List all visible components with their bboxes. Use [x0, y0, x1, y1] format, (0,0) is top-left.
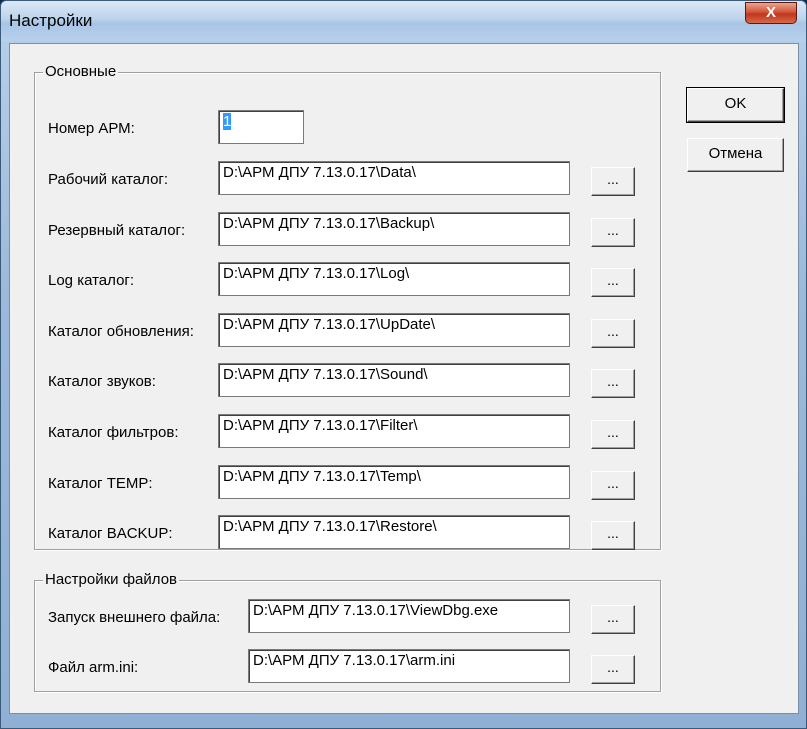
- directory-label: Рабочий каталог:: [48, 171, 169, 188]
- arm-number-value: 1: [223, 113, 232, 130]
- window-title: Настройки: [9, 11, 93, 30]
- basic-settings-group: Основные Номер АРМ: 1 Рабочий каталог: D:…: [34, 63, 661, 551]
- close-button[interactable]: X: [745, 2, 797, 24]
- browse-button[interactable]: ...: [591, 521, 635, 551]
- directory-path-input[interactable]: D:\АРМ ДПУ 7.13.0.17\Filter\: [218, 414, 570, 448]
- directory-label: Log каталог:: [48, 272, 135, 290]
- ok-button[interactable]: OK: [686, 87, 785, 123]
- file-label: Запуск внешнего файла:: [48, 609, 221, 626]
- title-bar[interactable]: Настройки X: [1, 1, 806, 41]
- browse-button[interactable]: ...: [591, 420, 635, 449]
- file-path-input[interactable]: D:\АРМ ДПУ 7.13.0.17\arm.ini: [248, 649, 570, 683]
- arm-number-input[interactable]: 1: [218, 110, 304, 144]
- directory-path-input[interactable]: D:\АРМ ДПУ 7.13.0.17\Temp\: [218, 464, 570, 499]
- basic-settings-legend: Основные: [43, 63, 119, 80]
- browse-button[interactable]: ...: [591, 167, 635, 196]
- directory-path-input[interactable]: D:\АРМ ДПУ 7.13.0.17\Restore\: [218, 515, 570, 550]
- file-settings-group: Настройки файлов Запуск внешнего файла: D…: [34, 571, 661, 692]
- browse-button[interactable]: ...: [591, 268, 635, 298]
- directory-label: Каталог BACKUP:: [48, 525, 173, 543]
- browse-button[interactable]: ...: [591, 369, 635, 399]
- file-path-input[interactable]: D:\АРМ ДПУ 7.13.0.17\ViewDbg.exe: [248, 599, 570, 633]
- cancel-button[interactable]: Отмена: [687, 138, 784, 172]
- directory-label: Каталог звуков:: [48, 373, 156, 391]
- file-settings-legend: Настройки файлов: [43, 571, 180, 588]
- browse-button[interactable]: ...: [591, 470, 635, 500]
- browse-button[interactable]: ...: [591, 655, 635, 684]
- directory-path-input[interactable]: D:\АРМ ДПУ 7.13.0.17\Backup\: [218, 211, 570, 246]
- browse-button[interactable]: ...: [591, 217, 635, 247]
- directory-path-input[interactable]: D:\АРМ ДПУ 7.13.0.17\Sound\: [218, 363, 570, 398]
- arm-number-label: Номер АРМ:: [48, 120, 135, 137]
- browse-button[interactable]: ...: [591, 318, 635, 348]
- directory-label: Каталог обновления:: [48, 322, 194, 340]
- file-label: Файл arm.ini:: [48, 659, 139, 676]
- directory-label: Каталог TEMP:: [48, 474, 153, 492]
- directory-path-input[interactable]: D:\АРМ ДПУ 7.13.0.17\UpDate\: [218, 312, 570, 347]
- dialog-client-area: Основные Номер АРМ: 1 Рабочий каталог: D:…: [9, 43, 799, 714]
- directory-path-input[interactable]: D:\АРМ ДПУ 7.13.0.17\Data\: [218, 161, 570, 195]
- browse-button[interactable]: ...: [591, 605, 635, 634]
- directory-label: Каталог фильтров:: [48, 424, 179, 441]
- directory-label: Резервный каталог:: [48, 221, 186, 239]
- settings-dialog: Настройки X Основные Номер АРМ: 1 Рабочи…: [0, 0, 807, 729]
- directory-path-input[interactable]: D:\АРМ ДПУ 7.13.0.17\Log\: [218, 262, 570, 297]
